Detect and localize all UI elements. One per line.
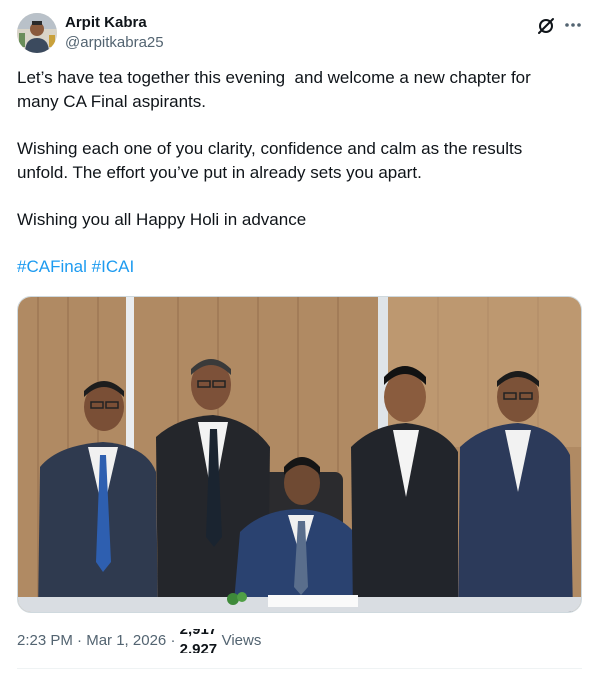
tweet-meta: 2:23 PM · Mar 1, 2026 · 2,917 2,927 View… bbox=[17, 629, 261, 653]
hashtag-link[interactable]: #CAFinal bbox=[17, 257, 87, 276]
views-label: Views bbox=[221, 632, 262, 649]
grok-slash-icon[interactable] bbox=[535, 15, 557, 37]
hashtag-link[interactable]: #ICAI bbox=[92, 257, 135, 276]
divider bbox=[17, 668, 582, 669]
author-handle[interactable]: @arpitkabra25 bbox=[65, 34, 164, 52]
tweet-paragraph: Wishing you all Happy Holi in advance bbox=[17, 210, 307, 229]
avatar[interactable] bbox=[17, 13, 57, 53]
meta-separator: · bbox=[77, 632, 83, 649]
author-name[interactable]: Arpit Kabra bbox=[65, 14, 147, 32]
tweet-date[interactable]: Mar 1, 2026 bbox=[86, 632, 166, 649]
tweet-photo[interactable] bbox=[17, 296, 582, 613]
views-count: 2,917 bbox=[179, 629, 218, 638]
tweet-time[interactable]: 2:23 PM bbox=[17, 632, 73, 649]
tweet-paragraph: Wishing each one of you clarity, confide… bbox=[17, 139, 527, 182]
hashtag-line: #CAFinal #ICAI bbox=[17, 255, 577, 279]
tweet-text: Let’s have tea together this evening and… bbox=[17, 66, 577, 279]
views-count-rolling: 2,927 bbox=[179, 641, 218, 653]
meta-separator: · bbox=[170, 632, 176, 649]
tweet-card: Arpit Kabra @arpitkabra25 Let’s have tea… bbox=[0, 0, 598, 674]
more-dots-icon[interactable] bbox=[562, 14, 584, 36]
views-counter: 2,917 2,927 bbox=[180, 629, 220, 653]
tweet-paragraph: Let’s have tea together this evening and… bbox=[17, 68, 536, 111]
